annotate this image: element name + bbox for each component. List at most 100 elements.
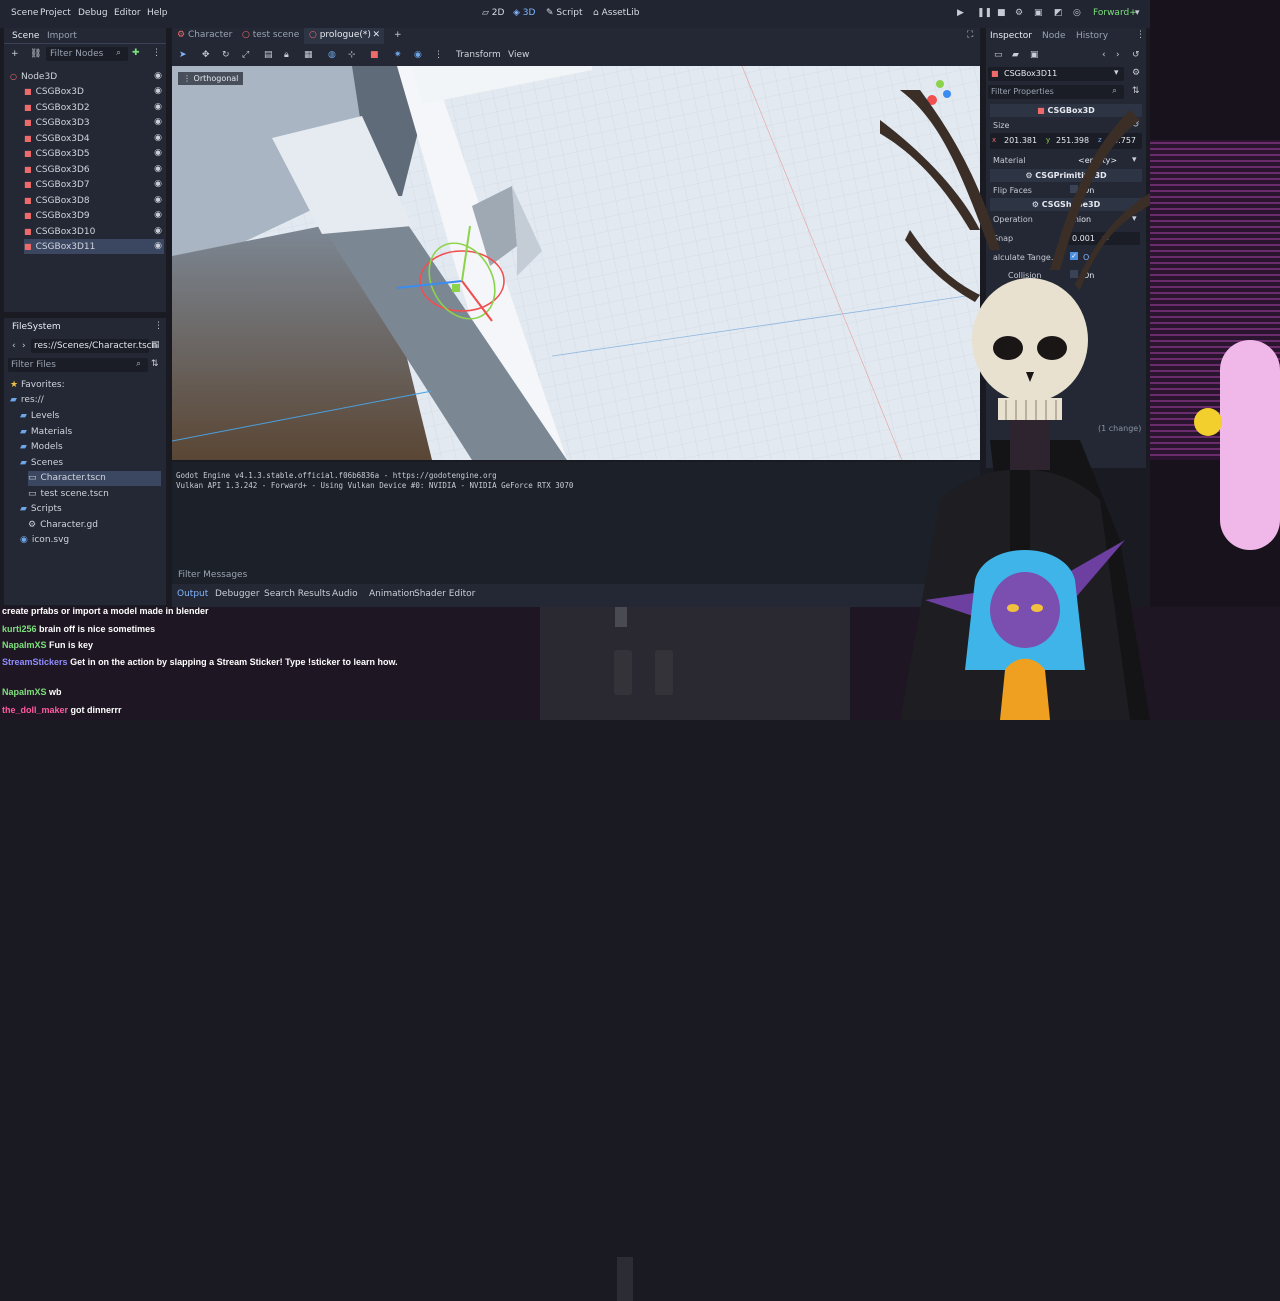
filesystem-item[interactable]: ▰ Scripts <box>20 502 161 517</box>
scale-tool-icon[interactable]: ⤢ <box>242 50 249 60</box>
kebab-menu-icon[interactable]: ⋮ <box>154 321 163 331</box>
tree-node-item[interactable]: ■ CSGBox3D4 ◉ <box>24 131 164 146</box>
move-tool-icon[interactable]: ✥ <box>202 50 210 60</box>
history-back-icon[interactable]: ‹ <box>1102 50 1106 60</box>
sort-icon[interactable]: ⇅ <box>151 359 159 369</box>
renderer-select[interactable]: Forward+ <box>1093 8 1137 18</box>
path-field[interactable]: res://Scenes/Character.tscn <box>31 339 157 353</box>
play-scene-icon[interactable]: ▣ <box>1034 8 1043 18</box>
tree-node-item[interactable]: ■ CSGBox3D11 ◉ <box>24 239 164 254</box>
history-forward-icon[interactable]: › <box>1116 50 1120 60</box>
filesystem-item[interactable]: ◉ icon.svg <box>20 533 161 548</box>
filesystem-item[interactable]: ▰ Materials <box>20 425 161 440</box>
tab-import[interactable]: Import <box>47 31 77 41</box>
save-icon[interactable]: ▣ <box>1030 50 1039 60</box>
kebab-menu-icon[interactable]: ⋮ <box>152 48 161 58</box>
view-menu[interactable]: View <box>508 50 529 60</box>
rotate-tool-icon[interactable]: ↻ <box>222 50 230 60</box>
tab-scene[interactable]: Scene <box>12 31 39 41</box>
list-select-icon[interactable]: ▤ <box>264 50 273 60</box>
scene-tab-character[interactable]: ⚙ Character <box>177 30 232 44</box>
select-tool-icon[interactable]: ➤ <box>179 50 187 60</box>
view-mode-menu[interactable]: ⋮ Orthogonal <box>178 72 244 85</box>
script-attach-icon[interactable]: ✚ <box>132 48 140 58</box>
tree-node-item[interactable]: ■ CSGBox3D10 ◉ <box>24 224 164 239</box>
play-custom-icon[interactable]: ◩ <box>1054 8 1063 18</box>
local-space-icon[interactable]: ◍ <box>328 50 336 60</box>
camera-icon[interactable]: ■ <box>370 50 379 60</box>
filesystem-item[interactable]: ▰ Levels <box>20 409 161 424</box>
play-icon[interactable]: ▶ <box>957 8 964 18</box>
close-icon[interactable]: ✕ <box>372 30 380 40</box>
visibility-eye-icon[interactable]: ◉ <box>154 84 162 99</box>
scene-tab-test-scene[interactable]: ○ test scene <box>242 30 299 44</box>
visibility-eye-icon[interactable]: ◉ <box>154 115 162 130</box>
workspace-3d-button[interactable]: ◈ 3D <box>513 8 535 18</box>
visibility-eye-icon[interactable]: ◉ <box>154 100 162 115</box>
pause-icon[interactable]: ❚❚ <box>977 8 992 18</box>
split-view-icon[interactable]: ▤ <box>151 340 160 350</box>
menu-help[interactable]: Help <box>147 8 168 18</box>
menu-debug[interactable]: Debug <box>78 8 108 18</box>
tree-node-item[interactable]: ■ CSGBox3D3 ◉ <box>24 115 164 130</box>
tab-animation[interactable]: Animation <box>369 589 415 599</box>
tab-shader-editor[interactable]: Shader Editor <box>414 589 475 599</box>
visibility-eye-icon[interactable]: ◉ <box>154 224 162 239</box>
environment-icon[interactable]: ◉ <box>414 50 422 60</box>
tree-node-item[interactable]: ■ CSGBox3D9 ◉ <box>24 208 164 223</box>
group-icon[interactable]: ▦ <box>304 50 313 60</box>
filesystem-item[interactable]: ⚙ Character.gd <box>28 518 161 533</box>
remote-debug-icon[interactable]: ⚙ <box>1015 8 1023 18</box>
transform-menu[interactable]: Transform <box>456 50 501 60</box>
visibility-eye-icon[interactable]: ◉ <box>154 193 162 208</box>
visibility-eye-icon[interactable]: ◉ <box>154 239 162 254</box>
tab-history[interactable]: History <box>1076 31 1108 41</box>
filesystem-item[interactable]: ▭ test scene.tscn <box>28 487 161 502</box>
visibility-eye-icon[interactable]: ◉ <box>154 162 162 177</box>
tree-node-item[interactable]: ■ CSGBox3D8 ◉ <box>24 193 164 208</box>
filesystem-item[interactable]: ▭ Character.tscn <box>28 471 161 486</box>
kebab-menu-icon[interactable]: ⋮ <box>434 50 443 60</box>
link-icon[interactable]: ⛓ <box>30 49 41 59</box>
visibility-eye-icon[interactable]: ◉ <box>154 131 162 146</box>
movie-maker-icon[interactable]: ◎ <box>1073 8 1081 18</box>
tab-audio[interactable]: Audio <box>332 589 358 599</box>
workspace-script-button[interactable]: ✎ Script <box>546 8 583 18</box>
filter-nodes-input[interactable]: Filter Nodes ⌕ <box>46 47 128 61</box>
history-icon[interactable]: ↺ <box>1132 50 1140 60</box>
back-icon[interactable]: ‹ <box>12 341 16 351</box>
tab-node[interactable]: Node <box>1042 31 1066 41</box>
lock-icon[interactable]: 🔒︎ <box>284 50 289 60</box>
tree-node-item[interactable]: ■ CSGBox3D5 ◉ <box>24 146 164 161</box>
res-root-row[interactable]: ▰ res:// <box>10 393 44 408</box>
add-tab-icon[interactable]: + <box>394 30 402 40</box>
tree-node-item[interactable]: ■ CSGBox3D ◉ <box>24 84 164 99</box>
sun-icon[interactable]: ✷ <box>394 50 402 60</box>
distraction-free-icon[interactable]: ⛶ <box>967 30 973 40</box>
forward-icon[interactable]: › <box>22 341 26 351</box>
menu-editor[interactable]: Editor <box>114 8 141 18</box>
open-icon[interactable]: ▰ <box>1012 50 1019 60</box>
workspace-assetlib-button[interactable]: ⌂ AssetLib <box>593 8 639 18</box>
visibility-eye-icon[interactable]: ◉ <box>154 69 162 84</box>
filter-messages-input[interactable]: Filter Messages <box>178 570 247 580</box>
add-node-icon[interactable]: + <box>11 49 19 59</box>
tree-node-item[interactable]: ■ CSGBox3D7 ◉ <box>24 177 164 192</box>
filter-files-input[interactable]: Filter Files ⌕ <box>8 358 148 372</box>
visibility-eye-icon[interactable]: ◉ <box>154 146 162 161</box>
tree-node-item[interactable]: ■ CSGBox3D6 ◉ <box>24 162 164 177</box>
new-resource-icon[interactable]: ▭ <box>994 50 1003 60</box>
workspace-2d-button[interactable]: ▱ 2D <box>482 8 504 18</box>
filesystem-item[interactable]: ▰ Scenes <box>20 456 161 471</box>
visibility-eye-icon[interactable]: ◉ <box>154 208 162 223</box>
tree-node-item[interactable]: ■ CSGBox3D2 ◉ <box>24 100 164 115</box>
tab-inspector[interactable]: Inspector <box>990 31 1032 41</box>
tab-search-results[interactable]: Search Results <box>264 589 330 599</box>
visibility-eye-icon[interactable]: ◉ <box>154 177 162 192</box>
tab-debugger[interactable]: Debugger <box>215 589 260 599</box>
tree-root-node[interactable]: ○ Node3D ◉ <box>10 69 164 84</box>
object-selector[interactable]: ■ CSGBox3D11 ▾ <box>988 67 1124 81</box>
kebab-menu-icon[interactable]: ⋮ <box>1136 30 1145 40</box>
filesystem-item[interactable]: ▰ Models <box>20 440 161 455</box>
settings-icon[interactable]: ⚙ <box>1132 68 1140 78</box>
